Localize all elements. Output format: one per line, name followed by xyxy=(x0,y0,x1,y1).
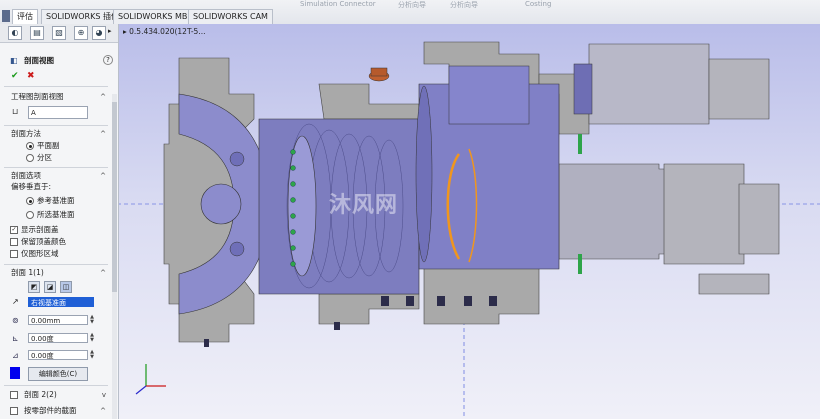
faded-toolbar-label: Simulation Connector xyxy=(300,0,376,8)
plane-front-icon[interactable]: ◩ xyxy=(28,281,40,293)
radio-selected-icon[interactable] xyxy=(26,197,34,205)
option-reference-plane[interactable]: 参考基准面 xyxy=(0,195,112,207)
watermark-text: 沐风网 xyxy=(329,193,399,218)
section-model-drawing: ⌕ ⌕ ⌕ ⬚ ⟲ ✎ ◧ · ▣ · ◐ · ⊙ · ▭ xyxy=(119,41,820,419)
section-method-title: 剖面方法 xyxy=(11,129,41,138)
feature-manager-icon[interactable]: ◐ xyxy=(8,26,22,40)
angle-x-spinner[interactable]: ▲ ▼ xyxy=(89,333,95,343)
chevron-up-icon[interactable]: ^ xyxy=(100,91,106,103)
section-drawing-header[interactable]: 工程图剖面视图 ^ xyxy=(0,91,112,103)
tab-solidworks-addins[interactable]: SOLIDWORKS 插件 xyxy=(41,9,124,24)
section-label-field[interactable]: A xyxy=(28,106,88,119)
radio-selected-icon[interactable] xyxy=(26,142,34,150)
graphics-area[interactable]: ▸ 0.5.434.020(12T-5... ⌕ ⌕ ⌕ ⬚ ⟲ ✎ ◧ · ▣… xyxy=(119,24,820,419)
config-manager-icon[interactable]: ▧ xyxy=(52,26,66,40)
option-label: 分区 xyxy=(37,153,52,162)
section-plane-field[interactable]: 右视基准面 xyxy=(28,297,94,307)
angle-x-icon: ⊾ xyxy=(12,334,19,343)
section2-header[interactable]: 剖面 2(2) v xyxy=(0,389,112,401)
checkbox-icon[interactable] xyxy=(10,391,18,399)
cap-color-swatch xyxy=(10,367,20,379)
dimxpert-icon[interactable]: ⊕ xyxy=(74,26,88,40)
option-zonal[interactable]: 分区 xyxy=(0,152,112,164)
divider xyxy=(4,385,108,386)
section1-header[interactable]: 剖面 1(1) ^ xyxy=(0,267,112,279)
angle-y-input[interactable]: 0.00度 xyxy=(28,350,88,360)
command-manager-tabbar: Simulation Connector 分析向导 分析向导 Costing 评… xyxy=(0,0,820,25)
divider xyxy=(4,167,108,168)
faded-toolbar-label: Costing xyxy=(525,0,552,8)
property-manager: ◐ ▤ ▧ ⊕ ◕ ▸ ◧ 剖面视图 ? ✔ ✖ 工程图剖面视图 ^ ⊔ A 剖… xyxy=(0,24,119,419)
option-planar[interactable]: 平面副 xyxy=(0,140,112,152)
display-manager-icon[interactable]: ◕ xyxy=(92,26,106,40)
radio-icon[interactable] xyxy=(26,211,34,219)
tab-evaluate[interactable]: 评估 xyxy=(12,9,38,24)
panel-tabs: ◐ ▤ ▧ ⊕ ◕ ▸ xyxy=(0,24,118,43)
option-label: 所选基准面 xyxy=(37,210,75,219)
tab-scroll-icon[interactable] xyxy=(2,10,10,22)
reverse-direction-icon[interactable]: ↗ xyxy=(12,297,19,306)
divider xyxy=(4,86,108,87)
offset-label: 偏移垂直于: xyxy=(11,182,52,191)
center-hub xyxy=(200,183,242,225)
checkbox-icon[interactable] xyxy=(10,238,18,246)
chevron-down-icon[interactable]: v xyxy=(102,389,106,401)
by-component-header[interactable]: 按零部件的截面 ^ xyxy=(0,405,112,417)
panel-tabs-scroll-icon[interactable]: ▸ xyxy=(108,27,112,35)
section1-title: 剖面 1(1) xyxy=(11,268,44,277)
option-label: 平面副 xyxy=(37,141,60,150)
chevron-up-icon[interactable]: ^ xyxy=(100,267,106,279)
section-method-header[interactable]: 剖面方法 ^ xyxy=(0,128,112,140)
checkbox-label: 显示剖面盖 xyxy=(21,225,59,234)
help-icon[interactable]: ? xyxy=(103,55,113,65)
cancel-icon[interactable]: ✖ xyxy=(27,70,35,82)
plane-top-icon[interactable]: ◪ xyxy=(44,281,56,293)
checkbox-label: 保留顶盖颜色 xyxy=(21,237,66,246)
radio-icon[interactable] xyxy=(26,154,34,162)
angle-y-spinner[interactable]: ▲ ▼ xyxy=(89,350,95,360)
property-manager-icon[interactable]: ▤ xyxy=(30,26,44,40)
ok-icon[interactable]: ✔ xyxy=(11,70,19,82)
plane-right-icon[interactable]: ◫ xyxy=(60,281,72,293)
checkbox-show-cap[interactable]: ✓ 显示剖面盖 xyxy=(0,224,112,236)
chevron-up-icon[interactable]: ^ xyxy=(100,405,106,417)
checkbox-icon[interactable] xyxy=(10,250,18,258)
section2-title: 剖面 2(2) xyxy=(24,390,57,399)
angle-x-input[interactable]: 0.00度 xyxy=(28,333,88,343)
checkbox-label: 仅图形区域 xyxy=(21,249,59,258)
tab-solidworks-mbd[interactable]: SOLIDWORKS MBD xyxy=(113,9,199,24)
section-view-icon: ◧ xyxy=(10,56,18,65)
option-label: 参考基准面 xyxy=(37,196,75,205)
checkbox-checked-icon[interactable]: ✓ xyxy=(10,226,18,234)
edit-color-button[interactable]: 编辑颜色(C) xyxy=(28,367,88,381)
coordinate-triad-icon xyxy=(135,364,166,395)
panel-scrollbar[interactable] xyxy=(112,94,117,419)
label-icon: ⊔ xyxy=(12,107,19,116)
checkbox-keep-cap-color[interactable]: 保留顶盖颜色 xyxy=(0,236,112,248)
offset-distance-input[interactable]: 0.00mm xyxy=(28,315,88,325)
tab-solidworks-cam[interactable]: SOLIDWORKS CAM xyxy=(188,9,273,24)
offset-spinner[interactable]: ▲ ▼ xyxy=(89,315,95,325)
checkbox-graphics-only[interactable]: 仅图形区域 xyxy=(0,248,112,260)
offset-distance-icon: ⊚ xyxy=(12,316,19,325)
by-component-title: 按零部件的截面 xyxy=(24,406,77,415)
section-drawing-title: 工程图剖面视图 xyxy=(11,92,64,101)
option-selected-plane[interactable]: 所选基准面 xyxy=(0,209,112,221)
faded-toolbar-label: 分析向导 xyxy=(398,1,426,9)
scrollbar-thumb[interactable] xyxy=(112,102,117,292)
checkbox-icon[interactable] xyxy=(10,407,18,415)
panel-title: 剖面视图 xyxy=(24,56,54,65)
angle-y-icon: ⊿ xyxy=(12,351,19,360)
divider xyxy=(4,125,108,126)
faded-toolbar-label: 分析向导 xyxy=(450,1,478,9)
divider xyxy=(4,264,108,265)
chevron-up-icon[interactable]: ^ xyxy=(100,128,106,140)
